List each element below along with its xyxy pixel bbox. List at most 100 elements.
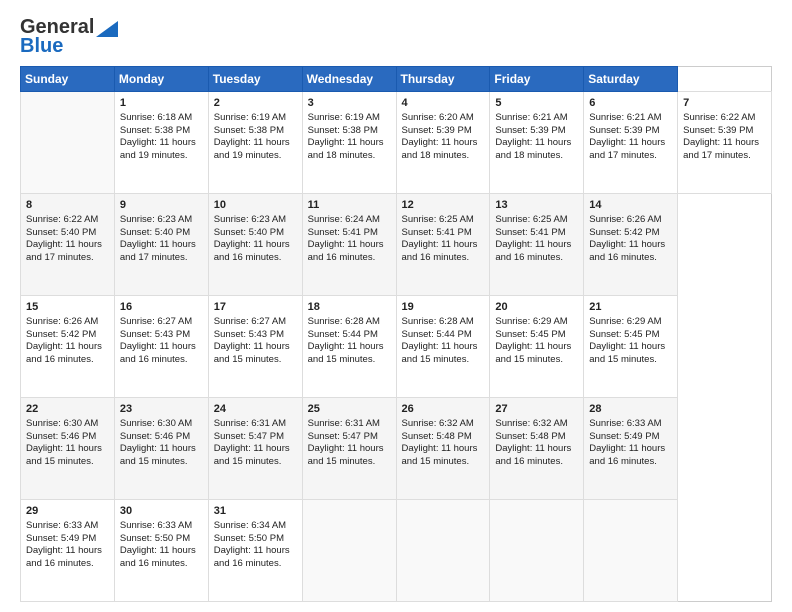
- sunrise: Sunrise: 6:21 AM: [495, 112, 567, 123]
- calendar-day-23: 23Sunrise: 6:30 AMSunset: 5:46 PMDayligh…: [114, 398, 208, 500]
- calendar-day-25: 25Sunrise: 6:31 AMSunset: 5:47 PMDayligh…: [302, 398, 396, 500]
- sunrise: Sunrise: 6:18 AM: [120, 112, 192, 123]
- sunrise: Sunrise: 6:29 AM: [495, 316, 567, 327]
- calendar-day-31: 31Sunrise: 6:34 AMSunset: 5:50 PMDayligh…: [208, 500, 302, 602]
- calendar-day-30: 30Sunrise: 6:33 AMSunset: 5:50 PMDayligh…: [114, 500, 208, 602]
- sunrise: Sunrise: 6:24 AM: [308, 214, 380, 225]
- daylight: Daylight: 11 hours and 15 minutes.: [214, 443, 290, 467]
- day-number: 28: [589, 402, 672, 417]
- calendar-day-21: 21Sunrise: 6:29 AMSunset: 5:45 PMDayligh…: [584, 296, 678, 398]
- daylight: Daylight: 11 hours and 19 minutes.: [120, 137, 196, 161]
- sunset: Sunset: 5:42 PM: [26, 329, 96, 340]
- calendar-week-5: 29Sunrise: 6:33 AMSunset: 5:49 PMDayligh…: [21, 500, 772, 602]
- daylight: Daylight: 11 hours and 15 minutes.: [120, 443, 196, 467]
- daylight: Daylight: 11 hours and 16 minutes.: [589, 443, 665, 467]
- day-number: 4: [402, 96, 485, 111]
- empty-cell: [490, 500, 584, 602]
- day-number: 2: [214, 96, 297, 111]
- calendar-header-sunday: Sunday: [21, 67, 115, 92]
- sunrise: Sunrise: 6:20 AM: [402, 112, 474, 123]
- day-number: 26: [402, 402, 485, 417]
- calendar-day-18: 18Sunrise: 6:28 AMSunset: 5:44 PMDayligh…: [302, 296, 396, 398]
- sunset: Sunset: 5:38 PM: [308, 125, 378, 136]
- logo-icon: [96, 21, 118, 37]
- sunrise: Sunrise: 6:28 AM: [402, 316, 474, 327]
- sunset: Sunset: 5:43 PM: [214, 329, 284, 340]
- sunrise: Sunrise: 6:34 AM: [214, 520, 286, 531]
- day-number: 22: [26, 402, 109, 417]
- sunset: Sunset: 5:44 PM: [308, 329, 378, 340]
- day-number: 19: [402, 300, 485, 315]
- sunset: Sunset: 5:50 PM: [120, 533, 190, 544]
- empty-cell: [396, 500, 490, 602]
- day-number: 14: [589, 198, 672, 213]
- calendar-header-saturday: Saturday: [584, 67, 678, 92]
- sunrise: Sunrise: 6:19 AM: [214, 112, 286, 123]
- day-number: 11: [308, 198, 391, 213]
- day-number: 16: [120, 300, 203, 315]
- calendar-header-monday: Monday: [114, 67, 208, 92]
- calendar-day-13: 13Sunrise: 6:25 AMSunset: 5:41 PMDayligh…: [490, 194, 584, 296]
- sunset: Sunset: 5:42 PM: [589, 227, 659, 238]
- calendar-day-10: 10Sunrise: 6:23 AMSunset: 5:40 PMDayligh…: [208, 194, 302, 296]
- calendar-day-19: 19Sunrise: 6:28 AMSunset: 5:44 PMDayligh…: [396, 296, 490, 398]
- calendar-body: 1Sunrise: 6:18 AMSunset: 5:38 PMDaylight…: [21, 92, 772, 602]
- sunset: Sunset: 5:46 PM: [26, 431, 96, 442]
- daylight: Daylight: 11 hours and 17 minutes.: [120, 239, 196, 263]
- day-number: 1: [120, 96, 203, 111]
- sunrise: Sunrise: 6:23 AM: [120, 214, 192, 225]
- calendar-day-24: 24Sunrise: 6:31 AMSunset: 5:47 PMDayligh…: [208, 398, 302, 500]
- daylight: Daylight: 11 hours and 15 minutes.: [308, 341, 384, 365]
- sunset: Sunset: 5:39 PM: [683, 125, 753, 136]
- sunset: Sunset: 5:40 PM: [214, 227, 284, 238]
- sunset: Sunset: 5:43 PM: [120, 329, 190, 340]
- day-number: 3: [308, 96, 391, 111]
- sunset: Sunset: 5:39 PM: [589, 125, 659, 136]
- sunrise: Sunrise: 6:21 AM: [589, 112, 661, 123]
- sunrise: Sunrise: 6:32 AM: [402, 418, 474, 429]
- sunset: Sunset: 5:40 PM: [120, 227, 190, 238]
- calendar-day-27: 27Sunrise: 6:32 AMSunset: 5:48 PMDayligh…: [490, 398, 584, 500]
- sunset: Sunset: 5:41 PM: [402, 227, 472, 238]
- sunset: Sunset: 5:47 PM: [308, 431, 378, 442]
- sunrise: Sunrise: 6:27 AM: [214, 316, 286, 327]
- calendar-day-26: 26Sunrise: 6:32 AMSunset: 5:48 PMDayligh…: [396, 398, 490, 500]
- calendar-day-2: 2Sunrise: 6:19 AMSunset: 5:38 PMDaylight…: [208, 92, 302, 194]
- logo: General Blue: [20, 16, 118, 58]
- calendar-week-3: 15Sunrise: 6:26 AMSunset: 5:42 PMDayligh…: [21, 296, 772, 398]
- calendar-header-friday: Friday: [490, 67, 584, 92]
- daylight: Daylight: 11 hours and 15 minutes.: [402, 443, 478, 467]
- sunrise: Sunrise: 6:22 AM: [26, 214, 98, 225]
- sunrise: Sunrise: 6:33 AM: [120, 520, 192, 531]
- sunrise: Sunrise: 6:25 AM: [402, 214, 474, 225]
- calendar-day-22: 22Sunrise: 6:30 AMSunset: 5:46 PMDayligh…: [21, 398, 115, 500]
- sunrise: Sunrise: 6:19 AM: [308, 112, 380, 123]
- day-number: 30: [120, 504, 203, 519]
- calendar-day-15: 15Sunrise: 6:26 AMSunset: 5:42 PMDayligh…: [21, 296, 115, 398]
- sunset: Sunset: 5:46 PM: [120, 431, 190, 442]
- daylight: Daylight: 11 hours and 16 minutes.: [214, 545, 290, 569]
- sunrise: Sunrise: 6:31 AM: [214, 418, 286, 429]
- sunrise: Sunrise: 6:33 AM: [26, 520, 98, 531]
- day-number: 24: [214, 402, 297, 417]
- daylight: Daylight: 11 hours and 15 minutes.: [589, 341, 665, 365]
- daylight: Daylight: 11 hours and 15 minutes.: [26, 443, 102, 467]
- sunrise: Sunrise: 6:29 AM: [589, 316, 661, 327]
- calendar-header-row: SundayMondayTuesdayWednesdayThursdayFrid…: [21, 67, 772, 92]
- page: General Blue SundayMondayTuesdayWednesda…: [0, 0, 792, 612]
- daylight: Daylight: 11 hours and 16 minutes.: [589, 239, 665, 263]
- calendar-day-16: 16Sunrise: 6:27 AMSunset: 5:43 PMDayligh…: [114, 296, 208, 398]
- daylight: Daylight: 11 hours and 18 minutes.: [308, 137, 384, 161]
- header: General Blue: [20, 16, 772, 58]
- daylight: Daylight: 11 hours and 16 minutes.: [26, 341, 102, 365]
- day-number: 10: [214, 198, 297, 213]
- sunset: Sunset: 5:49 PM: [26, 533, 96, 544]
- daylight: Daylight: 11 hours and 15 minutes.: [495, 341, 571, 365]
- daylight: Daylight: 11 hours and 17 minutes.: [683, 137, 759, 161]
- sunrise: Sunrise: 6:33 AM: [589, 418, 661, 429]
- sunset: Sunset: 5:45 PM: [495, 329, 565, 340]
- sunrise: Sunrise: 6:25 AM: [495, 214, 567, 225]
- daylight: Daylight: 11 hours and 16 minutes.: [26, 545, 102, 569]
- calendar-day-1: 1Sunrise: 6:18 AMSunset: 5:38 PMDaylight…: [114, 92, 208, 194]
- day-number: 17: [214, 300, 297, 315]
